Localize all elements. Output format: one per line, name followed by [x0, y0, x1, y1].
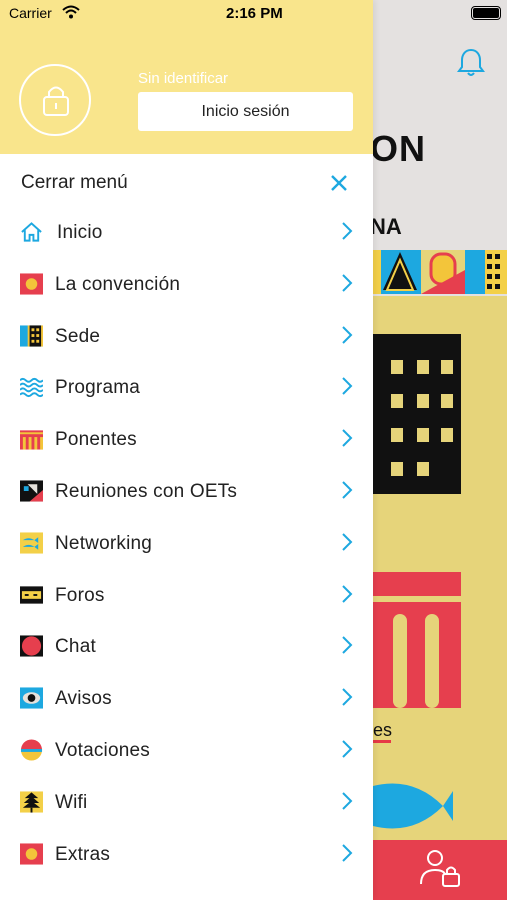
chevron-right-icon [342, 584, 353, 603]
status-bar: Carrier 2:16 PM [0, 0, 507, 26]
chevron-right-icon [342, 325, 353, 344]
menu-item-ponentes[interactable]: Ponentes [0, 414, 373, 466]
menu-item-programa[interactable]: Programa [0, 362, 373, 414]
menu-item-label: Foros [55, 584, 105, 606]
notices-icon [20, 687, 43, 709]
networking-icon [20, 532, 43, 554]
menu-item-label: Inicio [57, 222, 103, 243]
chevron-right-icon [342, 222, 353, 240]
close-menu-label: Cerrar menú [21, 172, 128, 193]
menu-item-label: Programa [55, 377, 141, 399]
extras-icon [20, 843, 43, 865]
close-menu-row[interactable]: Cerrar menú [0, 160, 373, 204]
menu-item-chat[interactable]: Chat [0, 621, 373, 673]
chat-icon [20, 635, 43, 657]
chevron-right-icon [342, 481, 353, 499]
bell-icon[interactable] [456, 46, 486, 78]
speakers-icon [20, 430, 43, 450]
chevron-right-icon [342, 792, 353, 810]
background-illustration [373, 296, 507, 840]
menu-item-avisos[interactable]: Avisos [0, 673, 373, 725]
chevron-right-icon [342, 377, 353, 396]
chevron-right-icon [342, 429, 353, 447]
menu-item-votaciones[interactable]: Votaciones [0, 725, 373, 777]
menu-item-label: La convención [55, 273, 181, 295]
chevron-right-icon [342, 636, 353, 655]
battery-icon [471, 6, 501, 20]
chevron-right-icon [342, 274, 353, 292]
background-link-underline [373, 740, 391, 743]
wifi-icon [20, 791, 43, 813]
menu-list: Inicio La convención Sede Programa Ponen… [0, 207, 373, 880]
menu-item-sede[interactable]: Sede [0, 311, 373, 363]
menu-item-label: Wifi [55, 791, 88, 813]
menu-item-label: Networking [55, 532, 153, 554]
menu-item-label: Sede [55, 325, 101, 347]
menu-item-label: Avisos [55, 688, 112, 710]
chevron-right-icon [342, 740, 353, 758]
background-subtitle: NA [370, 214, 402, 239]
menu-item-inicio[interactable]: Inicio [0, 207, 373, 259]
menu-item-label: Reuniones con OETs [55, 480, 238, 502]
close-icon[interactable] [330, 174, 348, 192]
votes-icon [20, 739, 43, 761]
avatar [19, 64, 91, 136]
guest-status-label: Sin identificar [138, 70, 229, 87]
menu-item-reuniones[interactable]: Reuniones con OETs [0, 466, 373, 518]
side-drawer: Sin identificar Inicio sesión Cerrar men… [0, 0, 373, 900]
wifi-signal-icon [62, 5, 80, 19]
login-tab[interactable] [373, 840, 507, 900]
menu-item-la-convencion[interactable]: La convención [0, 259, 373, 311]
convention-icon [20, 273, 43, 295]
background-pattern-strip [373, 250, 507, 294]
chevron-right-icon [342, 533, 353, 551]
meetings-icon [20, 480, 43, 502]
carrier-label: Carrier [9, 5, 52, 21]
menu-item-wifi[interactable]: Wifi [0, 777, 373, 829]
menu-item-label: Extras [55, 843, 111, 865]
menu-item-extras[interactable]: Extras [0, 829, 373, 881]
login-button[interactable]: Inicio sesión [138, 92, 353, 131]
background-link[interactable]: es [373, 720, 392, 741]
menu-item-foros[interactable]: Foros [0, 570, 373, 622]
menu-item-label: Ponentes [55, 429, 137, 451]
menu-item-label: Chat [55, 636, 96, 658]
venue-icon [20, 325, 43, 347]
clock: 2:16 PM [226, 5, 283, 22]
menu-item-label: Votaciones [55, 739, 150, 761]
user-lock-icon [420, 850, 460, 887]
chevron-right-icon [342, 688, 353, 706]
chevron-right-icon [342, 843, 353, 862]
program-icon [20, 378, 43, 398]
forums-icon [20, 585, 43, 604]
lock-icon [43, 86, 69, 116]
background-title: ON [370, 128, 426, 169]
home-icon [21, 222, 42, 242]
menu-item-networking[interactable]: Networking [0, 518, 373, 570]
